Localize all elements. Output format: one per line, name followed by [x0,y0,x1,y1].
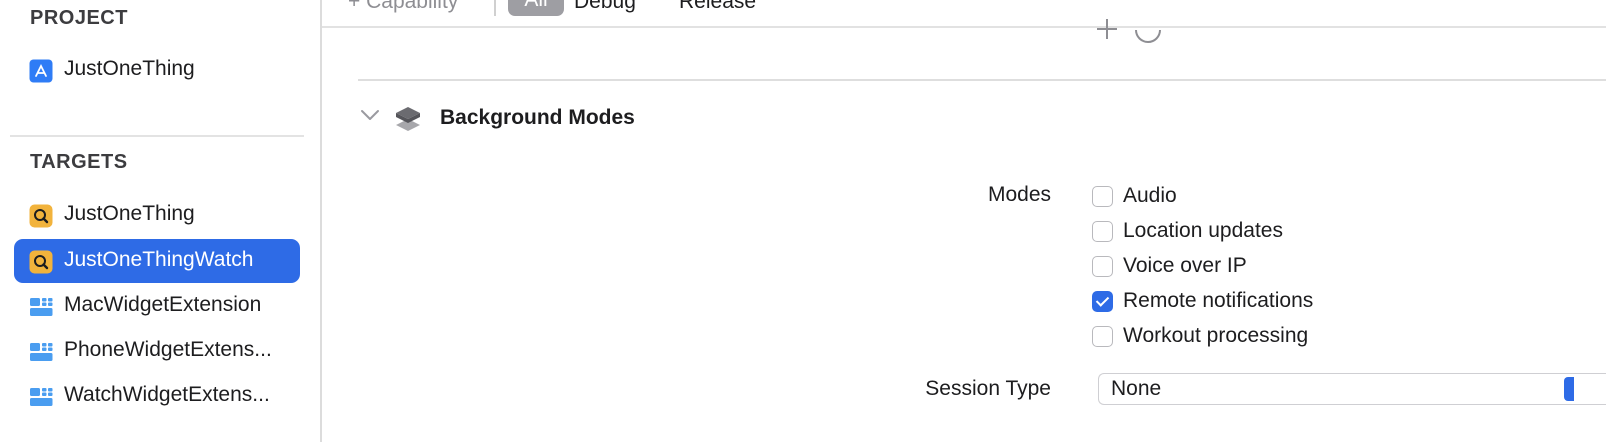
plus-icon[interactable] [1097,19,1117,39]
project-section-title: PROJECT [30,7,128,29]
sidebar-item-label: WatchWidgetExtens... [64,383,270,406]
mode-voice-over-ip-row[interactable]: Voice over IP [1092,251,1247,281]
select-stepper-button[interactable] [1564,377,1574,401]
mode-label: Remote notifications [1123,289,1314,312]
sidebar-item-target-macwidgetextension[interactable]: MacWidgetExtension [14,284,300,328]
sidebar-item-target-watchwidgetextension[interactable]: WatchWidgetExtens... [14,374,300,418]
sidebar-item-target-justonething[interactable]: JustOneThing [14,193,300,237]
magnifier-app-icon [29,250,53,274]
mode-audio-row[interactable]: Audio [1092,181,1177,211]
sidebar-item-label: JustOneThing [64,202,195,225]
modes-label: Modes [987,183,1051,206]
widget-extension-icon [29,295,53,319]
capability-title: Background Modes [440,106,635,129]
mode-location-updates-row[interactable]: Location updates [1092,216,1283,246]
sidebar-item-target-justonethingwatch[interactable]: JustOneThingWatch [14,239,300,283]
widget-extension-icon [29,340,53,364]
session-type-value: None [1111,377,1162,400]
mode-workout-processing-row[interactable]: Workout processing [1092,321,1308,351]
session-type-label: Session Type [925,377,1051,400]
mode-location-updates-checkbox[interactable] [1092,220,1113,242]
toolbar-divider [322,26,1606,28]
sidebar-divider [10,135,304,137]
add-capability-button[interactable]: + Capability [348,0,458,14]
session-type-select[interactable]: None [1098,373,1606,405]
mode-label: Voice over IP [1123,254,1247,277]
sidebar: PROJECT JustOneThing TARGETS JustOneThin… [0,0,322,442]
sidebar-item-target-phonewidgetextension[interactable]: PhoneWidgetExtens... [14,329,300,373]
main-editor: + Capability All Debug Release Backgroun… [322,0,1606,442]
mode-workout-processing-checkbox[interactable] [1092,325,1113,347]
magnifier-app-icon [29,204,53,228]
sidebar-item-label: JustOneThingWatch [64,248,254,271]
sidebar-item-label: JustOneThing [64,57,195,80]
sidebar-item-label: MacWidgetExtension [64,293,262,316]
mode-remote-notifications-row[interactable]: Remote notifications [1092,286,1313,316]
toolbar-separator [494,0,496,16]
app-store-icon [29,59,53,83]
sidebar-item-label: PhoneWidgetExtens... [64,338,272,361]
circle-icon[interactable] [1135,29,1161,43]
mode-label: Audio [1123,184,1177,207]
mode-voice-over-ip-checkbox[interactable] [1092,255,1113,277]
chevron-down-icon[interactable] [360,108,380,122]
mode-audio-checkbox[interactable] [1092,185,1113,207]
capability-toolbar: + Capability All Debug Release [322,0,1606,26]
widget-extension-icon [29,385,53,409]
capability-divider [358,79,1606,81]
layers-icon [396,107,420,131]
add-remove-controls [1097,19,1161,43]
filter-all-button[interactable]: All [508,0,564,16]
mode-remote-notifications-checkbox[interactable] [1092,290,1113,312]
targets-section-title: TARGETS [30,151,128,173]
sidebar-item-project-justonething[interactable]: JustOneThing [14,48,300,92]
mode-label: Workout processing [1123,324,1309,347]
filter-release-button[interactable]: Release [679,0,756,14]
mode-label: Location updates [1123,219,1283,242]
filter-debug-button[interactable]: Debug [574,0,636,14]
